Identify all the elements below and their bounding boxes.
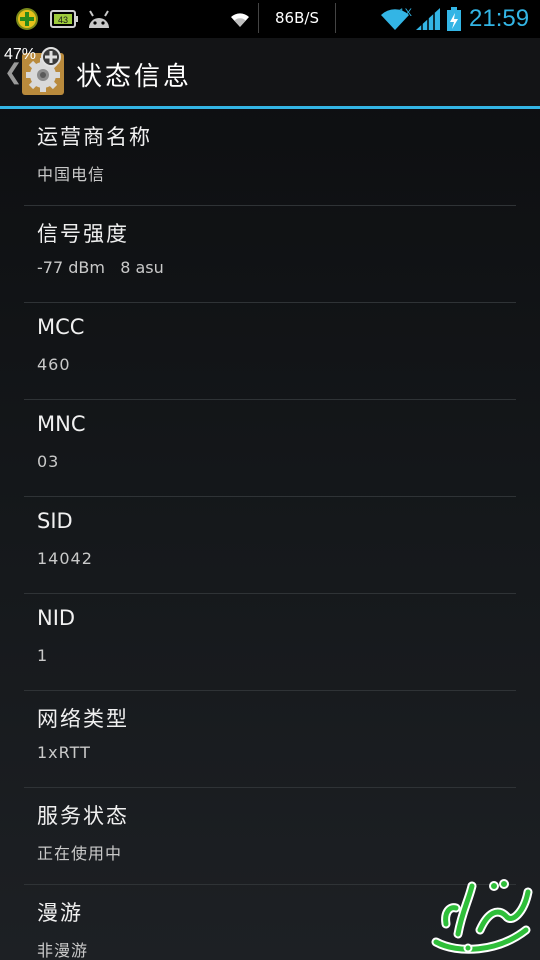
status-clock: 21:59 [469,5,530,32]
item-title: 漫游 [37,901,83,925]
item-title: 信号强度 [37,222,129,246]
android-icon [86,0,112,38]
item-title: MNC [37,412,86,436]
item-title: 网络类型 [37,707,129,731]
item-value: 03 [37,452,60,471]
svg-text:43: 43 [58,15,68,25]
item-value: 1xRTT [37,743,91,762]
page-title: 状态信息 [76,62,193,92]
list-item-service-state[interactable]: 服务状态 正在使用中 [24,788,516,885]
watermark-logo [428,872,536,956]
plus-circle-icon[interactable] [40,46,62,68]
list-item-operator-name[interactable]: 运营商名称 中国电信 [24,109,516,206]
list-item-mcc[interactable]: MCC 460 [24,303,516,400]
item-title: SID [37,509,73,533]
wifi-icon: 1X [380,0,414,38]
list-item-network-type[interactable]: 网络类型 1xRTT [24,691,516,788]
screen: 43 86B/S 1X 21:59 ❮ 47% 状态信息 运营商名称 中国电信 … [0,0,540,960]
item-title: 服务状态 [37,804,129,828]
item-title: MCC [37,315,85,339]
wifi-icon [228,0,252,38]
item-title: NID [37,606,76,630]
status-bar: 43 86B/S 1X 21:59 [0,0,540,38]
network-speed: 86B/S [258,3,336,33]
list-item-signal-strength[interactable]: 信号强度 -77 dBm 8 asu [24,206,516,303]
list-item-sid[interactable]: SID 14042 [24,497,516,594]
list-item-nid[interactable]: NID 1 [24,594,516,691]
battery-charging-icon [446,0,462,38]
item-value: -77 dBm 8 asu [37,258,164,277]
item-value: 460 [37,355,71,374]
item-value: 1 [37,646,49,665]
battery-app-icon: 43 [50,0,78,38]
data-type-label: 1X [399,7,413,19]
item-value: 正在使用中 [37,844,123,863]
item-value: 非漫游 [37,941,89,960]
list-item-mnc[interactable]: MNC 03 [24,400,516,497]
status-info-list: 运营商名称 中国电信 信号强度 -77 dBm 8 asu MCC 460 MN… [0,109,540,960]
item-value: 14042 [37,549,93,568]
overlay-percent: 47% [4,46,37,63]
item-value: 中国电信 [37,165,106,184]
signal-icon [414,0,442,38]
plus-app-icon [14,0,40,38]
item-title: 运营商名称 [37,125,152,149]
